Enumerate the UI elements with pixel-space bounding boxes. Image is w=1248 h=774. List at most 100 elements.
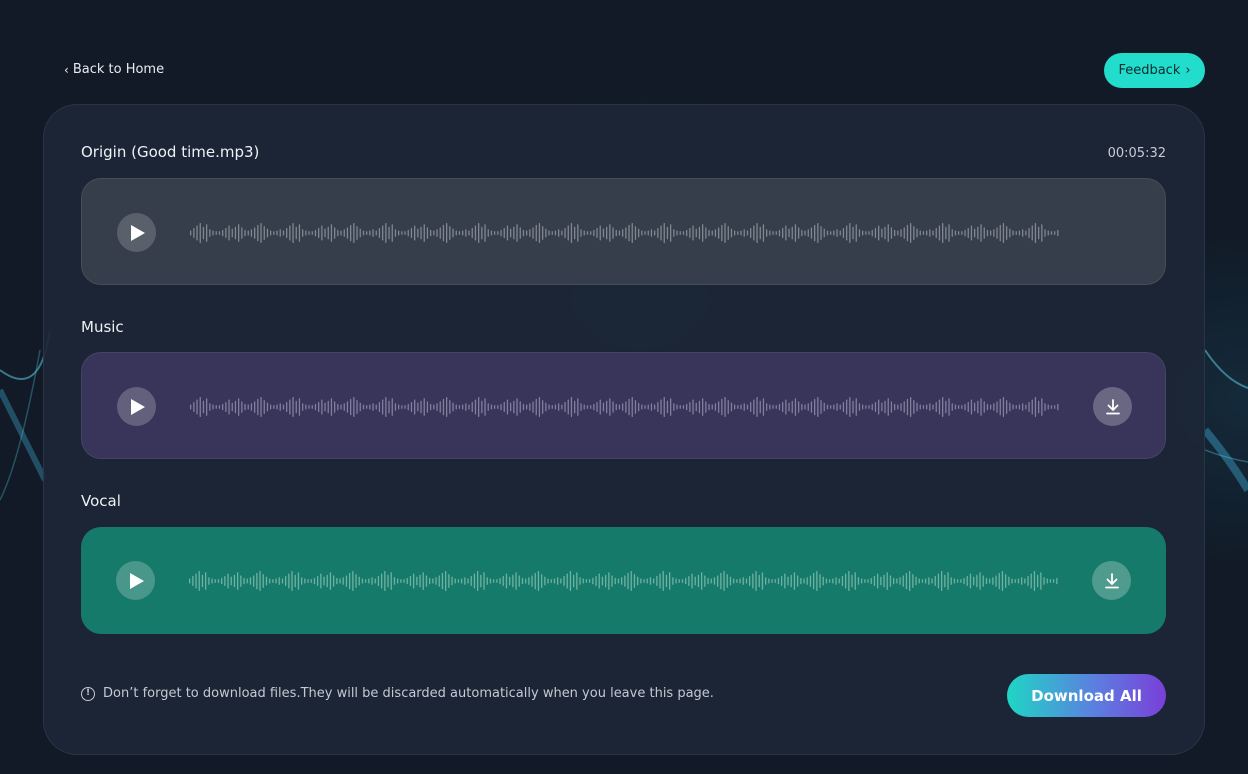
waveform-bar — [1033, 571, 1036, 591]
waveform-bar — [606, 400, 608, 414]
waveform-bar — [436, 229, 438, 237]
waveform-bar — [1056, 577, 1058, 585]
waveform-bar — [502, 576, 504, 586]
vocal-download-button[interactable] — [1092, 561, 1131, 600]
waveform-bar — [401, 231, 403, 235]
waveform-bar — [292, 397, 294, 417]
waveform-bar — [993, 403, 995, 411]
waveform-bar — [1040, 572, 1042, 590]
waveform-bar — [398, 404, 400, 410]
waveform-bar — [784, 573, 786, 589]
waveform-bar — [375, 230, 377, 236]
waveform-bar — [689, 228, 691, 238]
back-to-home-label: Back to Home — [72, 62, 165, 77]
waveform-bar — [548, 230, 550, 236]
download-all-button[interactable]: Download All — [1007, 674, 1166, 717]
waveform-bar — [826, 404, 829, 410]
waveform-bar — [365, 579, 367, 583]
waveform-bar — [937, 573, 940, 589]
waveform-bar — [585, 579, 588, 583]
waveform-bar — [222, 403, 224, 411]
waveform-bar — [883, 574, 885, 588]
waveform-bar — [810, 227, 813, 239]
waveform-bar — [681, 579, 684, 583]
waveform-bar — [388, 226, 390, 240]
waveform-bar — [425, 575, 428, 587]
waveform-bar — [899, 577, 901, 585]
waveform-bar — [282, 230, 285, 236]
music-download-button[interactable] — [1093, 387, 1132, 426]
waveform-bar — [198, 571, 200, 591]
waveform-bar — [321, 399, 323, 415]
origin-play-button[interactable] — [117, 213, 156, 252]
waveform-bar — [910, 223, 912, 243]
waveform-bar — [356, 400, 358, 414]
waveform-bar — [1022, 229, 1024, 237]
waveform-bar — [989, 578, 991, 584]
waveform-bar — [791, 226, 793, 240]
feedback-button[interactable]: Feedback › — [1104, 53, 1205, 88]
waveform-bar — [657, 228, 659, 238]
waveform-bar — [1031, 399, 1033, 415]
waveform-bar — [969, 573, 972, 589]
waveform-bar — [966, 576, 968, 586]
waveform-bar — [964, 403, 966, 411]
waveform-bar — [297, 572, 300, 590]
waveform-bar — [852, 226, 854, 240]
waveform-bar — [961, 231, 963, 235]
waveform-bar — [294, 574, 296, 588]
waveform-bar — [874, 402, 877, 412]
waveform-bar — [1028, 228, 1030, 238]
vocal-play-button[interactable] — [116, 561, 155, 600]
waveform-bar — [1027, 576, 1029, 586]
waveform-bar — [829, 579, 831, 583]
waveform-bar — [569, 571, 572, 591]
waveform-bar — [743, 403, 745, 411]
waveform-bar — [791, 400, 793, 414]
waveform-bar — [308, 231, 310, 235]
waveform-bar — [305, 230, 307, 236]
waveform-bar — [1014, 579, 1016, 583]
waveform-bar — [822, 576, 824, 586]
waveform-bar — [518, 575, 520, 587]
waveform-bar — [289, 399, 291, 415]
waveform-bar — [935, 402, 937, 412]
waveform-bar — [438, 575, 440, 587]
waveform-bar — [698, 226, 701, 240]
waveform-bar — [717, 575, 719, 587]
waveform-bar — [202, 400, 205, 414]
waveform-bar — [691, 573, 693, 589]
waveform-bar — [535, 398, 537, 416]
waveform-bar — [541, 574, 543, 588]
waveform-bar — [915, 576, 917, 586]
back-to-home-link[interactable]: ‹ Back to Home — [64, 62, 164, 77]
origin-track-title: Origin (Good time.mp3) — [81, 143, 260, 161]
waveform-bar — [234, 226, 237, 240]
waveform-bar — [768, 578, 770, 584]
waveform-bar — [938, 399, 941, 415]
waveform-bar — [602, 228, 605, 238]
waveform-bar — [314, 403, 317, 411]
waveform-bar — [967, 402, 969, 412]
waveform-bar — [630, 571, 632, 591]
waveform-bar — [295, 226, 297, 240]
waveform-bar — [372, 403, 374, 411]
waveform-bar — [532, 401, 534, 413]
waveform-bar — [803, 578, 805, 584]
waveform-bar — [670, 224, 672, 242]
music-play-button[interactable] — [117, 387, 156, 426]
waveform-bar — [772, 231, 774, 235]
waveform-bar — [771, 579, 773, 583]
waveform-bar — [233, 574, 236, 588]
waveform-bar — [558, 229, 560, 237]
waveform-bar — [535, 224, 537, 242]
waveform-bar — [534, 572, 536, 590]
waveform-bar — [740, 230, 742, 236]
waveform-bar — [718, 227, 720, 239]
waveform-bar — [458, 231, 461, 235]
waveform-bar — [435, 577, 437, 585]
waveform-bar — [317, 576, 319, 586]
waveform-bar — [857, 577, 860, 585]
waveform-bar — [649, 577, 652, 585]
waveform-bar — [612, 227, 614, 239]
